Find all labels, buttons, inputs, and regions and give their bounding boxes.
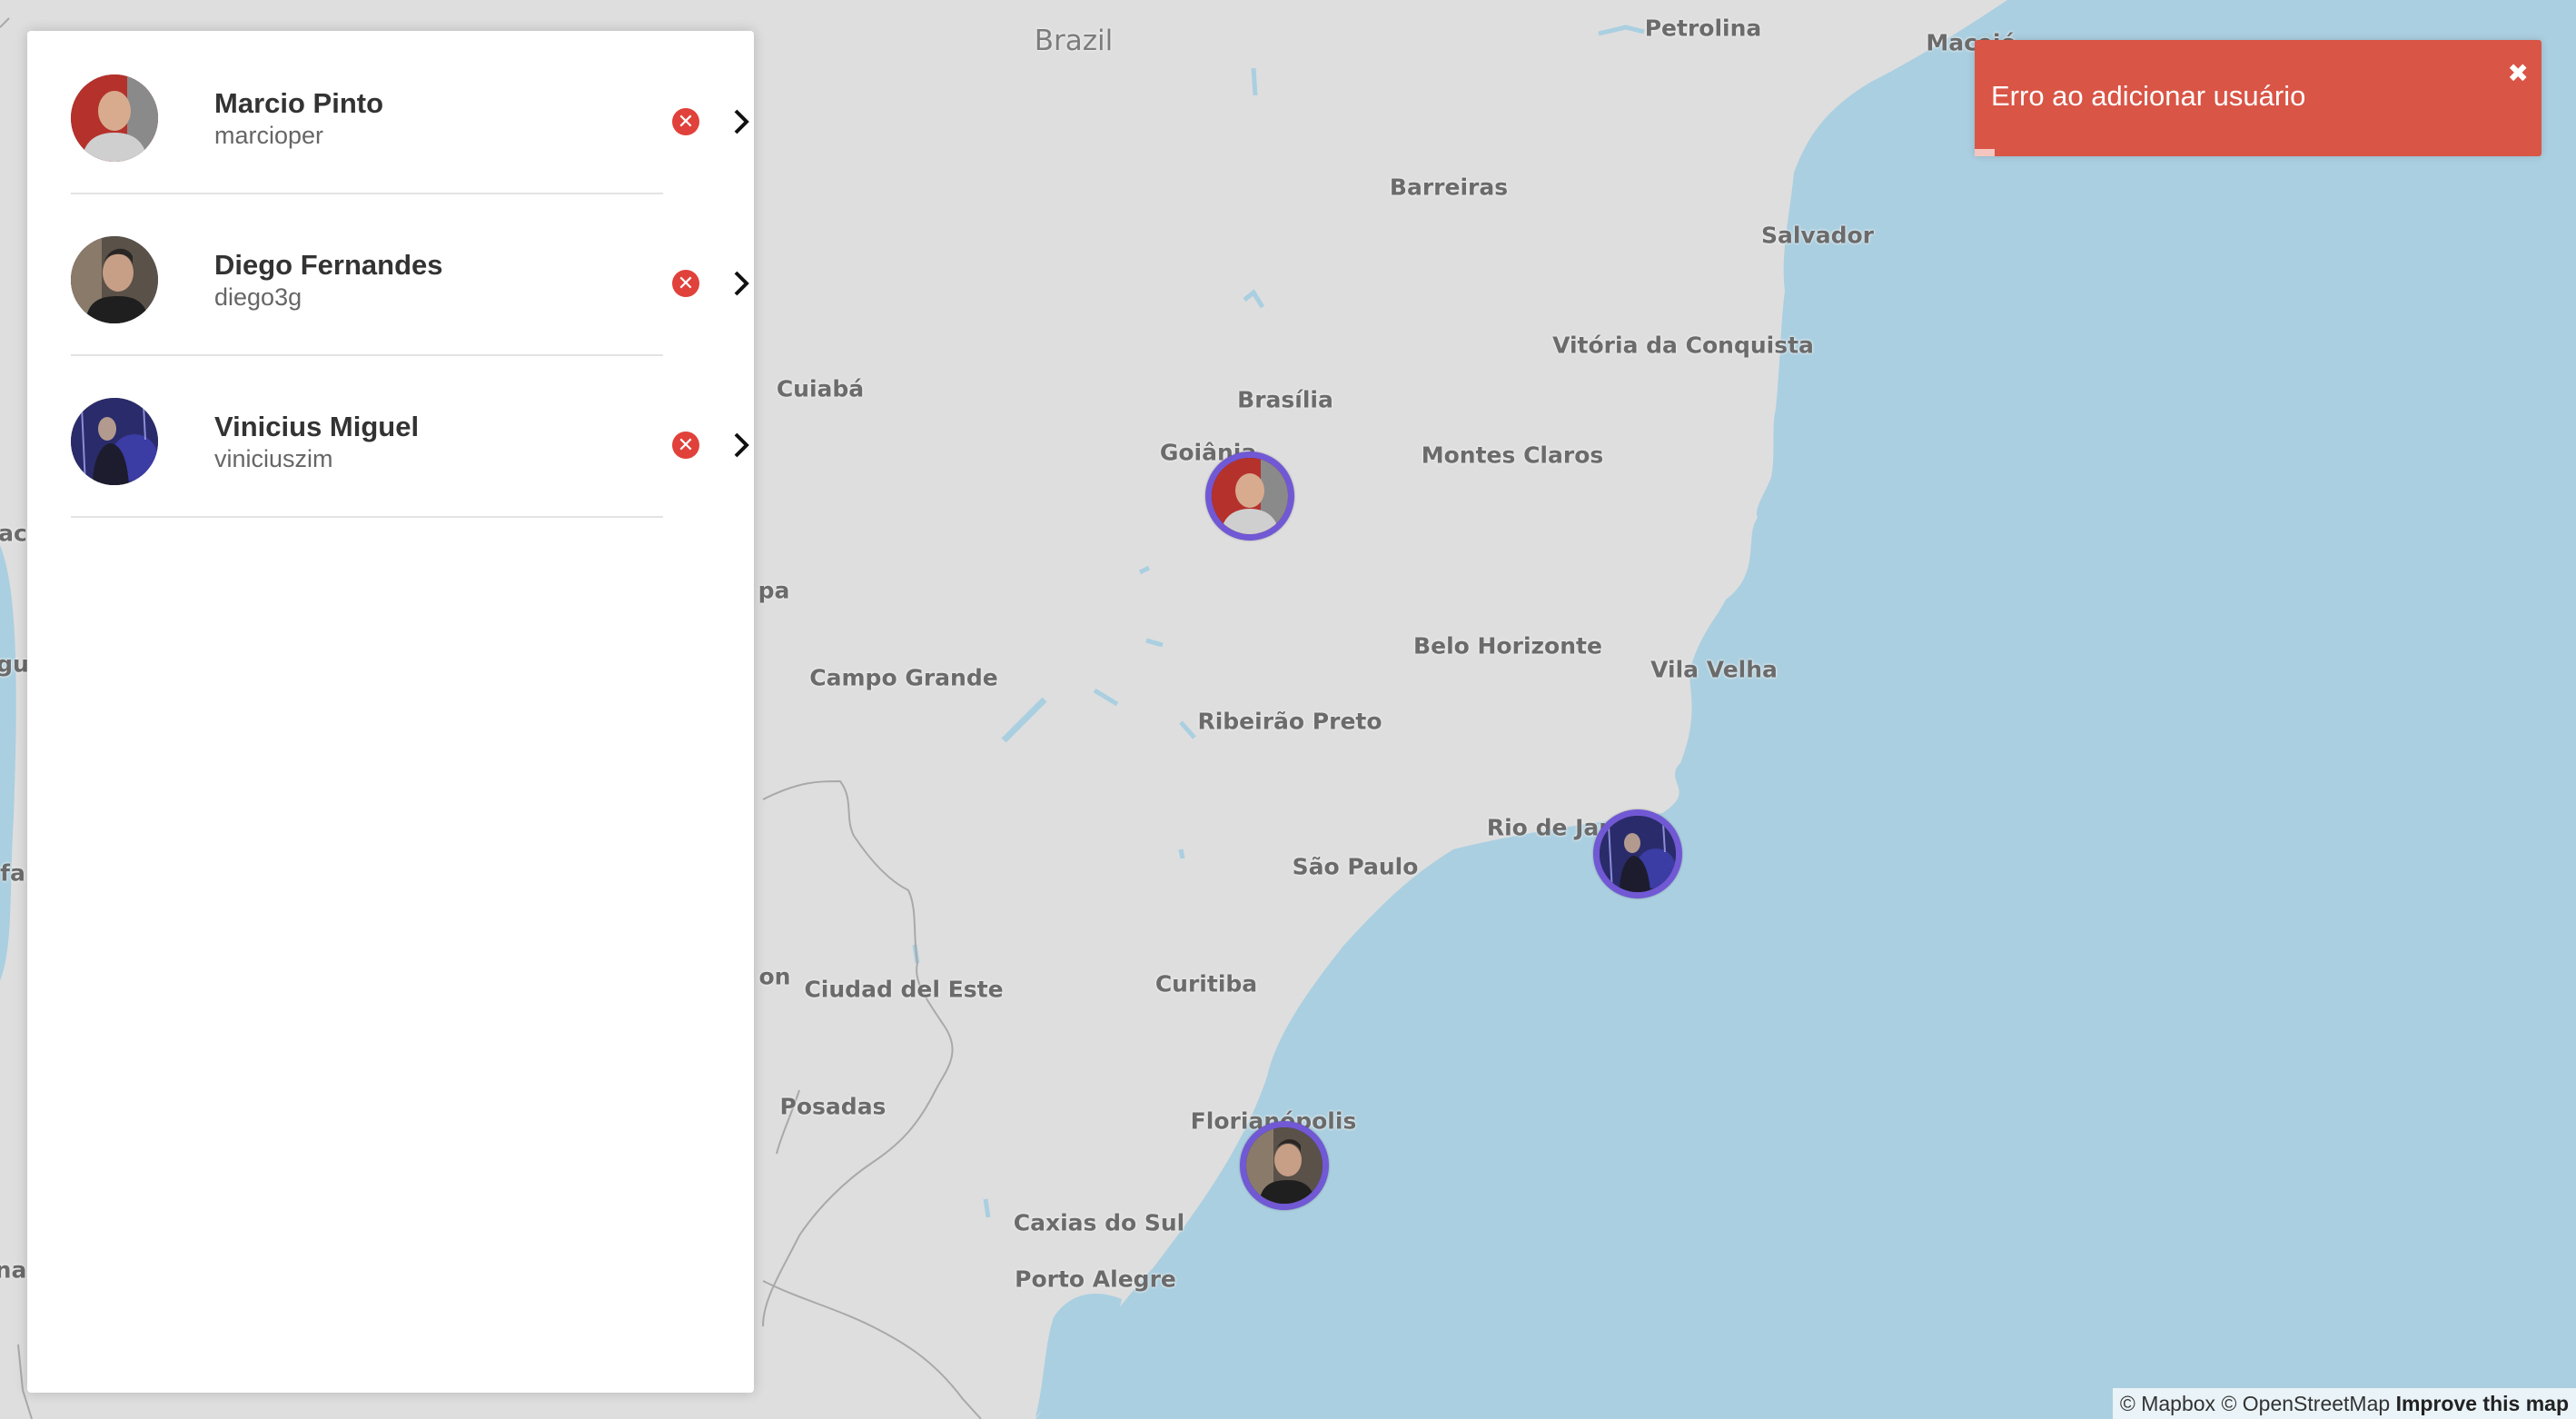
map-label-fragment: gu (0, 650, 29, 678)
user-list-panel: Marcio Pinto marcioper ✕ Diego Fernandes… (27, 31, 754, 1393)
map-attribution: © Mapbox © OpenStreetMap Improve this ma… (2112, 1388, 2576, 1419)
attribution-mapbox[interactable]: © Mapbox (2120, 1392, 2215, 1415)
map-marker-diego[interactable] (1240, 1121, 1329, 1210)
map-label-city: Porto Alegre (1015, 1265, 1176, 1293)
avatar-photo (71, 236, 158, 323)
x-circle-icon[interactable]: ✕ (672, 432, 699, 459)
map-label-city: Campo Grande (809, 664, 998, 691)
attribution-osm[interactable]: © OpenStreetMap (2221, 1392, 2390, 1415)
toast-progress-bar (1975, 149, 1995, 156)
user-avatar (71, 236, 158, 323)
close-icon[interactable]: ✖ (2508, 58, 2529, 88)
chevron-right-icon[interactable] (723, 265, 759, 302)
x-circle-icon[interactable]: ✕ (672, 270, 699, 297)
map-label-city: Cuiabá (776, 375, 865, 402)
map-label-city: Petrolina (1644, 15, 1762, 42)
user-list-item[interactable]: Vinicius Miguel viniciuszim ✕ (71, 354, 749, 518)
map-label-city: Brasília (1237, 386, 1333, 413)
map-label-fragment: na (0, 1256, 27, 1284)
map-label-city: Belo Horizonte (1413, 632, 1602, 660)
improve-map-link[interactable]: Improve this map (2396, 1392, 2569, 1415)
map-label-fragment: fa (0, 859, 25, 887)
avatar-photo (1246, 1127, 1323, 1204)
map-label-city: Salvador (1760, 222, 1875, 249)
user-login: viniciuszim (214, 445, 333, 472)
user-list-item[interactable]: Diego Fernandes diego3g ✕ (71, 193, 749, 356)
map-label-city: Caxias do Sul (1013, 1209, 1185, 1236)
user-list-item[interactable]: Marcio Pinto marcioper ✕ (71, 31, 749, 194)
map-label-country: Brazil (1034, 25, 1114, 57)
map-label-fragment: on (758, 963, 791, 990)
user-login: marcioper (214, 122, 324, 149)
map-label-city: Ribeirão Preto (1197, 708, 1382, 735)
user-avatar (71, 74, 158, 162)
map-label-city: Curitiba (1154, 970, 1258, 997)
map-marker-marcio[interactable] (1205, 452, 1294, 541)
avatar-photo (71, 74, 158, 162)
map-label-city: Barreiras (1389, 174, 1509, 201)
user-name: Diego Fernandes (214, 249, 443, 281)
x-circle-icon[interactable]: ✕ (672, 108, 699, 135)
map-marker-vinicius[interactable] (1593, 809, 1682, 898)
map-label-city: Posadas (779, 1093, 887, 1120)
user-avatar (71, 398, 158, 485)
avatar-photo (1212, 458, 1288, 534)
avatar-photo (1600, 816, 1676, 892)
toast-message: Erro ao adicionar usuário (1991, 80, 2306, 112)
map-label-city: Vila Velha (1650, 656, 1778, 683)
map-label-city: Vitória da Conquista (1552, 332, 1814, 359)
error-toast[interactable]: Erro ao adicionar usuário ✖ (1975, 40, 2541, 156)
user-name: Vinicius Miguel (214, 411, 420, 442)
map-label-fragment: ac (0, 520, 27, 547)
map-label-city: Montes Claros (1421, 442, 1604, 469)
map-label-city: São Paulo (1292, 853, 1419, 880)
chevron-right-icon[interactable] (723, 104, 759, 140)
user-name: Marcio Pinto (214, 87, 384, 119)
avatar-photo (71, 398, 158, 485)
map-label-fragment: pa (758, 577, 790, 604)
map-label-city: Ciudad del Este (804, 976, 1004, 1003)
user-login: diego3g (214, 283, 302, 311)
chevron-right-icon[interactable] (723, 427, 759, 463)
